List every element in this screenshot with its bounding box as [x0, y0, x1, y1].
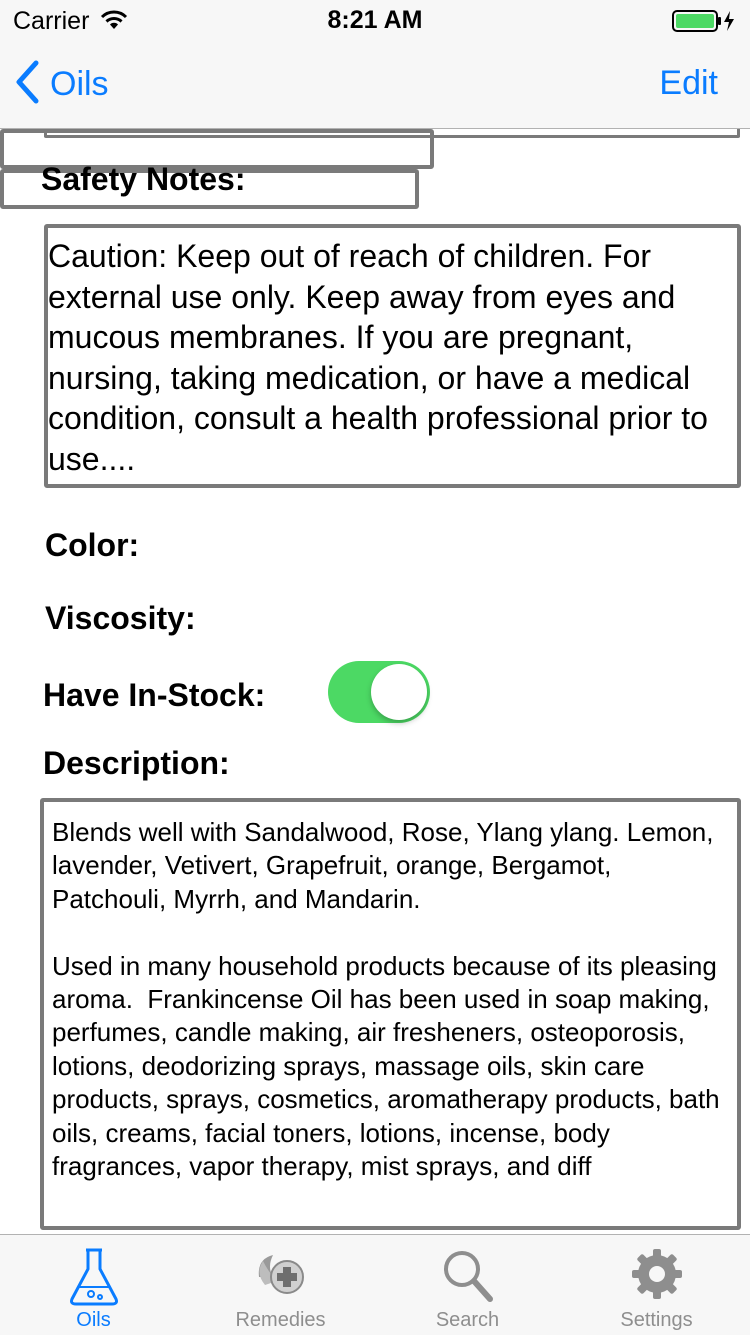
tab-remedies[interactable]: Remedies: [187, 1235, 374, 1335]
tab-oils[interactable]: Oils: [0, 1235, 187, 1335]
back-button-label: Oils: [50, 64, 109, 103]
navigation-bar: Oils Edit: [0, 40, 750, 129]
flask-icon: [67, 1247, 121, 1312]
clock: 8:21 AM: [327, 6, 423, 34]
oil-detail-form[interactable]: Safety Notes: Caution: Keep out of reach…: [0, 129, 750, 1234]
safety-notes-textarea[interactable]: Caution: Keep out of reach of children. …: [44, 224, 741, 488]
description-textarea[interactable]: Blends well with Sandalwood, Rose, Ylang…: [40, 798, 741, 1230]
tab-oils-label: Oils: [76, 1309, 111, 1331]
back-button[interactable]: Oils: [14, 60, 109, 108]
previous-field-box[interactable]: [44, 129, 740, 138]
chevron-left-icon: [14, 60, 40, 109]
description-label: Description:: [43, 745, 230, 781]
color-label: Color:: [45, 527, 140, 563]
in-stock-label: Have In-Stock:: [43, 677, 266, 713]
viscosity-label: Viscosity:: [45, 600, 196, 636]
tab-settings-label: Settings: [620, 1309, 693, 1331]
remedies-icon: [253, 1247, 309, 1306]
battery-charging-icon: [672, 10, 738, 37]
tab-search-label: Search: [435, 1309, 500, 1331]
safety-notes-label: Safety Notes:: [41, 161, 246, 197]
in-stock-toggle[interactable]: [328, 661, 430, 723]
tab-settings[interactable]: Settings: [563, 1235, 750, 1335]
edit-button[interactable]: Edit: [659, 64, 718, 103]
search-icon: [440, 1247, 496, 1308]
tab-bar: Oils Remedies Search Settings: [0, 1234, 750, 1335]
tab-search[interactable]: Search: [374, 1235, 561, 1335]
tab-remedies-label: Remedies: [235, 1309, 326, 1331]
toggle-knob: [371, 664, 427, 720]
status-bar: Carrier 8:21 AM: [0, 0, 750, 40]
gear-icon: [630, 1247, 684, 1306]
